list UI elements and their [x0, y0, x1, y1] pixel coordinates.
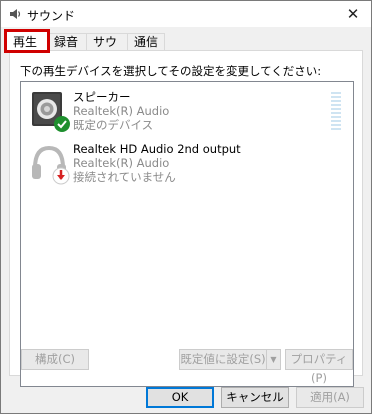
volume-level-meter: [331, 92, 341, 134]
sound-dialog: サウンド ✕ 再生 録音 サウンド 通信 下の再生デバイスを選択してその設定を変…: [0, 0, 372, 414]
title-bar: サウンド ✕: [1, 1, 371, 27]
close-button[interactable]: ✕: [335, 1, 371, 27]
cancel-button[interactable]: キャンセル: [221, 387, 289, 408]
tab-sounds[interactable]: サウンド: [86, 33, 128, 65]
window-title: サウンド: [27, 9, 76, 23]
playback-panel: 下の再生デバイスを選択してその設定を変更してください: スピーカー Realte…: [9, 50, 363, 387]
configure-button[interactable]: 構成(C): [21, 349, 89, 370]
tab-communications[interactable]: 通信: [127, 33, 165, 51]
speaker-icon: [32, 92, 70, 132]
device-text: スピーカー Realtek(R) Audio 既定のデバイス: [73, 90, 169, 132]
device-item-speaker[interactable]: スピーカー Realtek(R) Audio 既定のデバイス: [21, 86, 351, 138]
apply-button[interactable]: 適用(A): [296, 387, 364, 408]
device-list[interactable]: スピーカー Realtek(R) Audio 既定のデバイス Realtek H…: [20, 81, 354, 387]
ok-button[interactable]: OK: [146, 387, 214, 408]
set-default-button[interactable]: 既定値に設定(S) ▼: [179, 349, 281, 370]
sound-app-icon: [10, 9, 21, 19]
headphones-icon: [32, 145, 70, 185]
instruction-text: 下の再生デバイスを選択してその設定を変更してください:: [20, 64, 322, 78]
device-status: 既定のデバイス: [73, 118, 154, 132]
check-badge-icon: [54, 116, 70, 132]
device-driver: Realtek(R) Audio: [73, 156, 170, 170]
device-text: Realtek HD Audio 2nd output Realtek(R) A…: [73, 142, 241, 184]
tab-recording[interactable]: 録音: [47, 33, 87, 51]
device-name: スピーカー: [73, 90, 131, 104]
device-driver: Realtek(R) Audio: [73, 104, 170, 118]
set-default-label: 既定値に設定(S): [180, 352, 266, 366]
device-status: 接続されていません: [73, 170, 176, 184]
device-name: Realtek HD Audio 2nd output: [73, 142, 241, 156]
tab-playback[interactable]: 再生: [4, 29, 50, 53]
properties-button[interactable]: プロパティ(P): [285, 349, 353, 385]
chevron-down-icon[interactable]: ▼: [266, 350, 280, 369]
device-item-2nd-output[interactable]: Realtek HD Audio 2nd output Realtek(R) A…: [21, 138, 351, 190]
down-arrow-badge-icon: [52, 167, 70, 185]
